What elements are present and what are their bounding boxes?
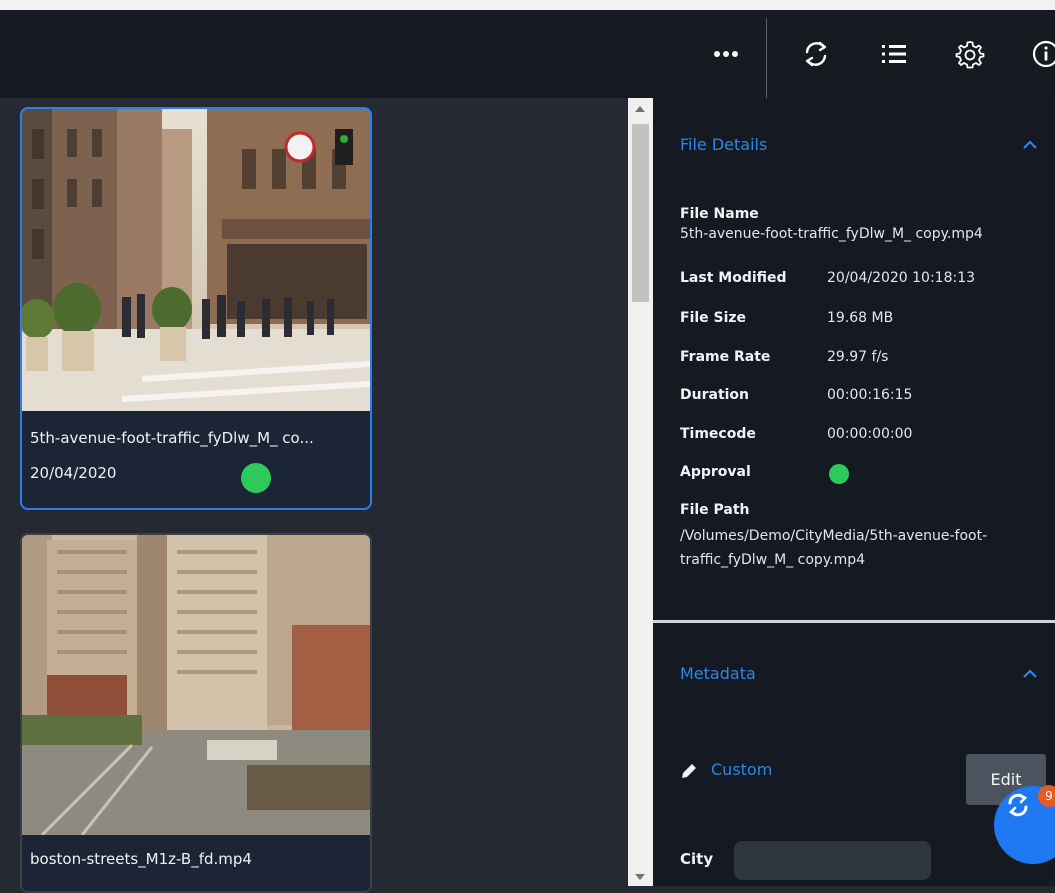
scrollbar-thumb[interactable] — [632, 124, 649, 302]
media-card-5th-avenue[interactable]: 5th-avenue-foot-traffic_fyDlw_M_ co... 2… — [20, 107, 372, 510]
gear-icon — [955, 41, 985, 69]
video-thumbnail-city — [22, 535, 370, 835]
approval-label: Approval — [680, 464, 751, 480]
metadata-title[interactable]: Metadata — [680, 664, 756, 683]
file-path-label: File Path — [680, 502, 750, 518]
file-size-label: File Size — [680, 310, 747, 326]
pencil-icon — [682, 764, 696, 778]
media-card-title: boston-streets_M1z-B_fd.mp4 — [30, 850, 252, 868]
window-top-strip — [0, 0, 1055, 10]
duration-label: Duration — [680, 387, 750, 403]
grid-scrollbar[interactable] — [628, 98, 653, 886]
list-icon — [882, 45, 906, 63]
chevron-up-icon[interactable] — [1023, 669, 1037, 679]
notification-badge: 9 — [1038, 785, 1055, 807]
last-modified-value: 20/04/2020 10:18:13 — [827, 270, 976, 286]
last-modified-label: Last Modified — [680, 270, 787, 286]
file-path-value-line2: traffic_fyDlw_M_ copy.mp4 — [680, 552, 865, 568]
more-icon — [714, 51, 738, 57]
frame-rate-value: 29.97 f/s — [827, 349, 889, 365]
file-details-title[interactable]: File Details — [680, 135, 767, 154]
frame-rate-label: Frame Rate — [680, 349, 771, 365]
chevron-up-icon[interactable] — [1023, 140, 1037, 150]
info-button[interactable] — [1026, 34, 1055, 74]
video-thumbnail-street — [22, 109, 370, 411]
media-card-date: 20/04/2020 — [30, 464, 117, 482]
custom-metadata-label[interactable]: Custom — [711, 760, 772, 779]
file-path-value-line1: /Volumes/Demo/CityMedia/5th-avenue-foot- — [680, 528, 988, 544]
details-panel: File Details File Name 5th-avenue-foot-t… — [653, 98, 1055, 886]
toolbar — [0, 10, 1055, 98]
scroll-down-arrow-icon[interactable] — [635, 874, 645, 880]
media-card-boston-streets[interactable]: boston-streets_M1z-B_fd.mp4 — [20, 533, 372, 893]
refresh-button[interactable] — [796, 34, 836, 74]
more-options-button[interactable] — [706, 34, 746, 74]
settings-button[interactable] — [950, 34, 990, 74]
duration-value: 00:00:16:15 — [827, 387, 913, 403]
approval-status-dot — [829, 464, 849, 484]
section-divider — [653, 620, 1055, 623]
refresh-icon — [805, 41, 827, 67]
city-label: City — [680, 850, 714, 868]
file-name-value: 5th-avenue-foot-traffic_fyDlw_M_ copy.mp… — [680, 226, 983, 242]
file-name-label: File Name — [680, 206, 759, 222]
city-input[interactable] — [734, 841, 931, 880]
sync-icon — [1008, 793, 1028, 817]
approval-status-dot — [241, 463, 271, 493]
info-icon — [1032, 40, 1055, 68]
media-card-title: 5th-avenue-foot-traffic_fyDlw_M_ co... — [30, 429, 314, 447]
list-view-button[interactable] — [874, 34, 914, 74]
timecode-label: Timecode — [680, 426, 756, 442]
file-size-value: 19.68 MB — [827, 310, 894, 326]
timecode-value: 00:00:00:00 — [827, 426, 913, 442]
scroll-up-arrow-icon[interactable] — [635, 106, 645, 112]
media-grid: 5th-avenue-foot-traffic_fyDlw_M_ co... 2… — [0, 98, 628, 893]
toolbar-divider — [766, 18, 767, 98]
